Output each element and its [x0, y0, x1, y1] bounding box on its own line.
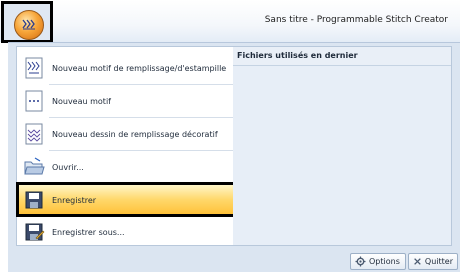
menu-item-new-fill-pattern[interactable]: Nouveau motif de remplissage/d'estampill…	[17, 55, 239, 81]
title-bar: Sans titre - Programmable Stitch Creator	[0, 0, 460, 43]
menu-footer: Options Quitter	[8, 250, 460, 272]
menu-item-save-as[interactable]: Enregistrer sous...	[17, 219, 239, 245]
open-folder-icon	[24, 157, 45, 175]
menu-item-label: Nouveau dessin de remplissage décoratif	[52, 129, 218, 139]
menu-item-open[interactable]: Ouvrir...	[17, 154, 239, 180]
menu-item-label: Nouveau motif de remplissage/d'estampill…	[52, 63, 227, 73]
options-label: Options	[369, 257, 400, 266]
save-disk-icon	[25, 191, 43, 209]
save-as-icon	[25, 223, 45, 241]
application-button-highlight	[1, 1, 53, 43]
recent-files-header: Fichiers utilisés en dernier	[233, 47, 451, 66]
menu-item-new-motif[interactable]: Nouveau motif	[17, 88, 239, 114]
menu-commands-pane: Nouveau motif de remplissage/d'estampill…	[16, 46, 240, 246]
recent-files-pane: Fichiers utilisés en dernier	[233, 46, 452, 246]
divider	[49, 84, 237, 85]
stitch-logo-icon	[22, 19, 35, 30]
menu-item-new-decorative-fill[interactable]: Nouveau dessin de remplissage décoratif	[17, 121, 239, 147]
application-menu-button[interactable]	[14, 10, 44, 40]
menu-item-save[interactable]: Enregistrer	[17, 187, 239, 213]
new-decorative-fill-icon	[25, 123, 43, 145]
window-title: Sans titre - Programmable Stitch Creator	[264, 15, 448, 25]
menu-item-label: Enregistrer sous...	[52, 227, 125, 237]
options-button[interactable]: Options	[350, 253, 406, 270]
divider	[49, 150, 237, 151]
options-gear-icon	[355, 256, 366, 267]
quit-label: Quitter	[424, 257, 453, 266]
application-menu: Nouveau motif de remplissage/d'estampill…	[8, 42, 460, 272]
new-motif-icon	[25, 90, 43, 112]
menu-item-label: Ouvrir...	[52, 162, 84, 172]
menu-item-label: Nouveau motif	[52, 96, 111, 106]
divider	[49, 117, 237, 118]
close-x-icon	[414, 258, 421, 265]
new-fill-pattern-icon	[25, 57, 43, 79]
quit-button[interactable]: Quitter	[408, 253, 458, 270]
menu-item-label: Enregistrer	[52, 195, 97, 205]
